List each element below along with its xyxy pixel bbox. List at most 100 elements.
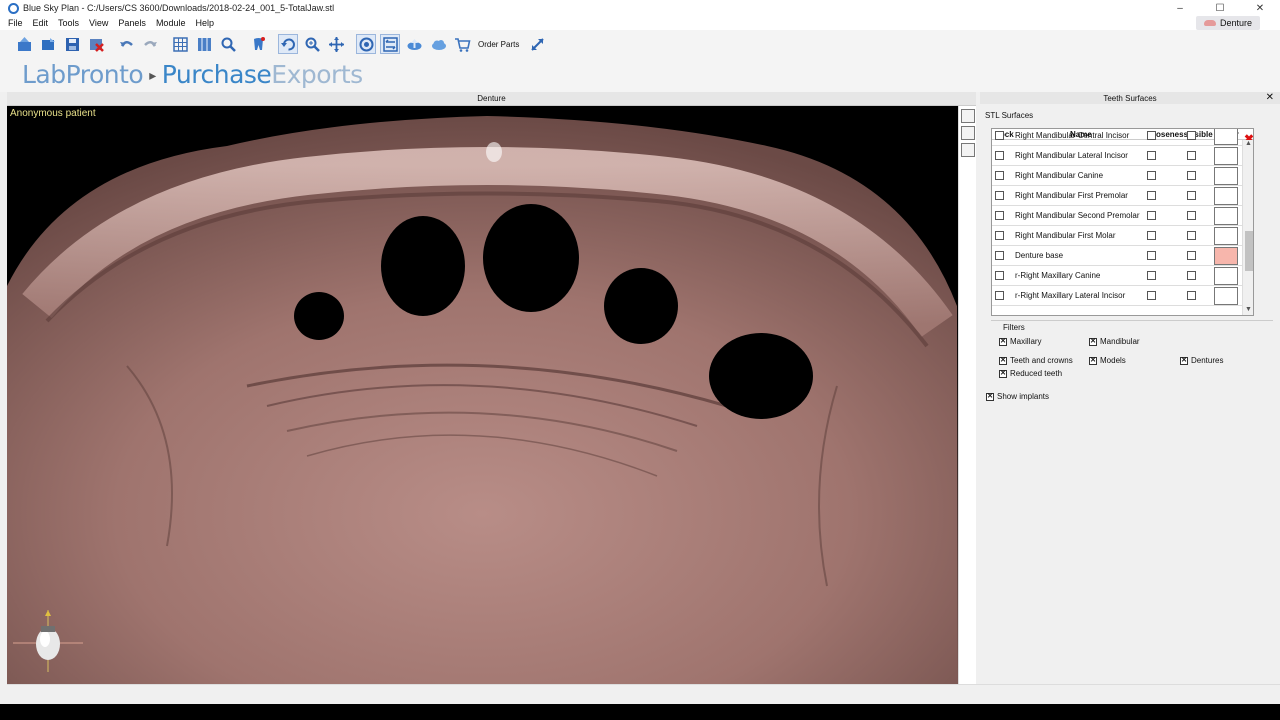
orientation-widget-icon[interactable] (11, 606, 91, 676)
purchase-logo[interactable]: Purchase (162, 60, 272, 89)
table-row[interactable]: Right Mandibular Central Incisor ✖ (992, 129, 1253, 146)
pan-button[interactable] (326, 34, 346, 54)
visible-checkbox[interactable] (1187, 211, 1196, 220)
color-swatch[interactable] (1214, 287, 1238, 305)
lock-checkbox[interactable] (995, 191, 1004, 200)
table-row[interactable]: Right Mandibular First Premolar ✖ (992, 186, 1253, 206)
color-swatch[interactable] (1214, 227, 1238, 245)
open-button[interactable] (38, 34, 58, 54)
new-project-button[interactable] (14, 34, 34, 54)
filter-reduced-teeth[interactable]: ✕ Reduced teeth (999, 369, 1062, 378)
scroll-down-icon[interactable]: ▼ (1245, 306, 1252, 313)
closeness-checkbox[interactable] (1147, 131, 1156, 140)
expand-button[interactable] (527, 34, 547, 54)
closeness-checkbox[interactable] (1147, 231, 1156, 240)
labpronto-logo[interactable]: LabPronto (22, 60, 144, 89)
show-implants-option[interactable]: ✕ Show implants (986, 392, 1049, 401)
lock-checkbox[interactable] (995, 131, 1004, 140)
filters-title[interactable]: Filters (1003, 323, 1025, 332)
closeness-checkbox[interactable] (1147, 251, 1156, 260)
align-button[interactable] (380, 34, 400, 54)
menu-module[interactable]: Module (156, 18, 186, 28)
table-row[interactable]: Right Mandibular Canine ✖ (992, 166, 1253, 186)
filter-maxillary[interactable]: ✕ Maxillary (999, 337, 1042, 346)
color-swatch[interactable] (1214, 207, 1238, 225)
3d-viewport[interactable]: Anonymous patient (7, 106, 958, 684)
color-swatch[interactable] (1214, 267, 1238, 285)
scroll-up-icon[interactable]: ▲ (1245, 140, 1252, 147)
checkbox-checked-icon[interactable]: ✕ (1180, 356, 1188, 365)
lock-checkbox[interactable] (995, 291, 1004, 300)
brand-logo[interactable]: LabPronto ▸ PurchaseExports (22, 58, 363, 93)
menu-panels[interactable]: Panels (118, 18, 146, 28)
menu-help[interactable]: Help (195, 18, 214, 28)
table-scrollbar[interactable]: ▲ ▼ (1242, 140, 1253, 315)
visible-checkbox[interactable] (1187, 171, 1196, 180)
closeness-checkbox[interactable] (1147, 191, 1156, 200)
order-parts-button[interactable] (452, 34, 472, 54)
lock-checkbox[interactable] (995, 251, 1004, 260)
menu-view[interactable]: View (89, 18, 108, 28)
table-row[interactable]: r-Right Maxillary Lateral Incisor ✖ (992, 286, 1253, 306)
color-swatch[interactable] (1214, 187, 1238, 205)
maximize-button[interactable]: ☐ (1200, 0, 1240, 16)
table-row[interactable]: r-Right Maxillary Canine ✖ (992, 266, 1253, 286)
module-indicator[interactable]: Denture (1195, 16, 1260, 30)
table-row[interactable]: Denture base ✖ (992, 246, 1253, 266)
filter-dentures[interactable]: ✕ Dentures (1180, 356, 1223, 365)
checkbox-checked-icon[interactable]: ✕ (1089, 337, 1097, 346)
color-swatch[interactable] (1214, 129, 1238, 145)
minimize-button[interactable]: – (1160, 0, 1200, 16)
cloud-button[interactable] (428, 34, 448, 54)
redo-button[interactable] (140, 34, 160, 54)
checkbox-checked-icon[interactable]: ✕ (999, 356, 1007, 365)
visible-checkbox[interactable] (1187, 131, 1196, 140)
close-project-button[interactable] (86, 34, 106, 54)
lock-checkbox[interactable] (995, 211, 1004, 220)
grid-button[interactable] (170, 34, 190, 54)
panel-close-icon[interactable]: ✕ (1266, 92, 1274, 104)
filter-teeth-and-crowns[interactable]: ✕ Teeth and crowns (999, 356, 1073, 365)
lock-checkbox[interactable] (995, 151, 1004, 160)
closeness-checkbox[interactable] (1147, 291, 1156, 300)
measure-tool-button[interactable] (961, 109, 975, 123)
table-row[interactable]: Right Mandibular Lateral Incisor ✖ (992, 146, 1253, 166)
order-parts-label[interactable]: Order Parts (478, 40, 519, 49)
filter-models[interactable]: ✕ Models (1089, 356, 1126, 365)
visible-checkbox[interactable] (1187, 231, 1196, 240)
checkbox-checked-icon[interactable]: ✕ (999, 369, 1007, 378)
exports-logo[interactable]: Exports (271, 60, 363, 89)
save-button[interactable] (62, 34, 82, 54)
visible-checkbox[interactable] (1187, 251, 1196, 260)
undo-button[interactable] (116, 34, 136, 54)
camera-tool-button[interactable] (961, 126, 975, 140)
closeness-checkbox[interactable] (1147, 171, 1156, 180)
closeness-checkbox[interactable] (1147, 271, 1156, 280)
lock-checkbox[interactable] (995, 231, 1004, 240)
visible-checkbox[interactable] (1187, 191, 1196, 200)
filter-mandibular[interactable]: ✕ Mandibular (1089, 337, 1140, 346)
panels-button[interactable] (194, 34, 214, 54)
rotate-button[interactable] (278, 34, 298, 54)
tooth-button[interactable] (248, 34, 268, 54)
menu-file[interactable]: File (8, 18, 23, 28)
lock-checkbox[interactable] (995, 171, 1004, 180)
scrollbar-thumb[interactable] (1245, 231, 1253, 271)
checkbox-checked-icon[interactable]: ✕ (1089, 356, 1097, 365)
visible-checkbox[interactable] (1187, 291, 1196, 300)
menu-edit[interactable]: Edit (33, 18, 49, 28)
table-row[interactable]: Right Mandibular Second Premolar ✖ (992, 206, 1253, 226)
visible-checkbox[interactable] (1187, 151, 1196, 160)
checkbox-checked-icon[interactable]: ✕ (999, 337, 1007, 346)
table-row[interactable]: Right Mandibular First Molar ✖ (992, 226, 1253, 246)
upload-button[interactable] (404, 34, 424, 54)
lock-checkbox[interactable] (995, 271, 1004, 280)
color-swatch[interactable] (1214, 247, 1238, 265)
closeness-checkbox[interactable] (1147, 211, 1156, 220)
zoom-button[interactable] (302, 34, 322, 54)
search-button[interactable] (218, 34, 238, 54)
color-swatch[interactable] (1214, 147, 1238, 165)
closeness-checkbox[interactable] (1147, 151, 1156, 160)
reset-view-button[interactable] (356, 34, 376, 54)
color-swatch[interactable] (1214, 167, 1238, 185)
